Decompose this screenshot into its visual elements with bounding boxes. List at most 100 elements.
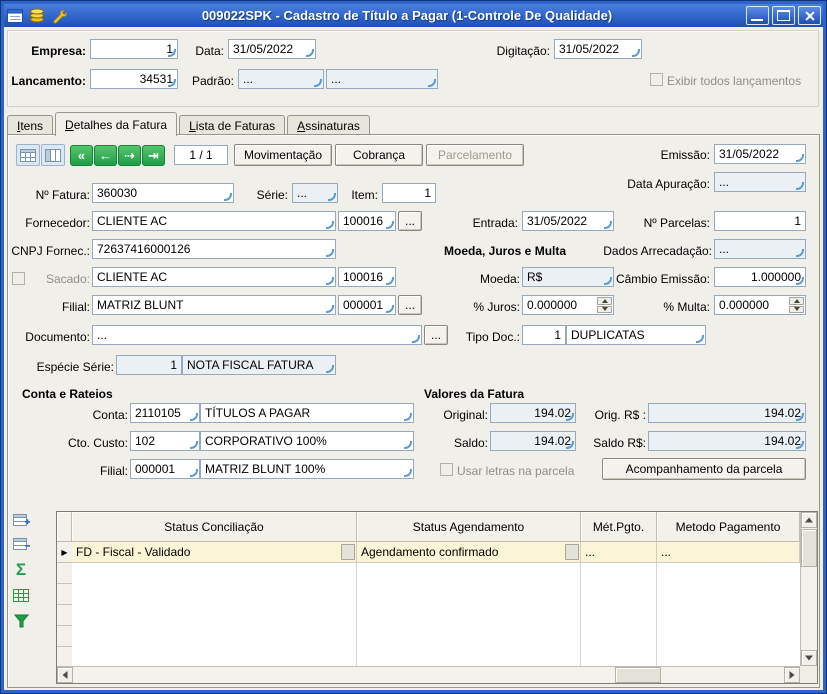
nav-next-button[interactable]: ⇢ (118, 145, 141, 166)
cell-met-pgto[interactable]: ... (581, 542, 657, 563)
padrao-field-2[interactable]: ... (326, 69, 438, 89)
digitacao-field[interactable]: 31/05/2022 (554, 39, 642, 59)
grid-export-button[interactable] (10, 585, 32, 605)
saldo-rs-field[interactable]: 194.02 (648, 431, 806, 451)
form-icon[interactable] (6, 8, 24, 24)
documento-field[interactable]: ... (92, 325, 422, 345)
spin-down-icon[interactable] (597, 306, 612, 314)
nav-last-button[interactable]: ⇥ (142, 145, 165, 166)
scroll-down-button[interactable] (801, 650, 817, 666)
form-view-button[interactable] (41, 144, 65, 166)
cell-status-conciliacao[interactable]: FD - Fiscal - Validado (72, 542, 357, 563)
row-insert-button[interactable] (10, 511, 32, 531)
cnpj-field[interactable]: 72637416000126 (92, 239, 336, 259)
scroll-right-button[interactable] (784, 667, 800, 683)
especie-serie-code-field[interactable]: 1 (116, 355, 182, 375)
parcelas-field[interactable]: 1 (714, 211, 806, 231)
usar-letras-checkbox[interactable] (440, 463, 453, 476)
valores-fatura-title: Valores da Fatura (424, 385, 524, 403)
scroll-up-button[interactable] (801, 512, 817, 528)
column-header-status-agendamento[interactable]: Status Agendamento (357, 512, 581, 542)
cto-custo-code-field[interactable]: 102 (130, 431, 200, 451)
data-field[interactable]: 31/05/2022 (228, 39, 316, 59)
documento-browse-button[interactable]: ... (424, 325, 448, 345)
especie-serie-desc-field[interactable]: NOTA FISCAL FATURA (182, 355, 336, 375)
column-header-status-conciliacao[interactable]: Status Conciliação (72, 512, 357, 542)
fornecedor-browse-button[interactable]: ... (398, 211, 422, 231)
sacado-checkbox[interactable] (12, 272, 25, 285)
grid-header-row: Status Conciliação Status Agendamento Mé… (57, 512, 800, 542)
entrada-field[interactable]: 31/05/2022 (522, 211, 614, 231)
row-delete-button[interactable] (10, 535, 32, 555)
tab-detalhes-da-fatura[interactable]: Detalhes da Fatura (55, 112, 177, 136)
padrao-field-1[interactable]: ... (238, 69, 324, 89)
sum-button[interactable]: Σ (10, 559, 32, 579)
orig-rs-field[interactable]: 194.02 (648, 403, 806, 423)
emissao-field[interactable]: 31/05/2022 (714, 144, 806, 164)
grid-row-selected[interactable]: FD - Fiscal - Validado Agendamento confi… (72, 542, 800, 563)
n-fatura-field[interactable]: 360030 (92, 183, 234, 203)
moeda-field[interactable]: R$ (522, 267, 614, 287)
conta-desc-field[interactable]: TÍTULOS A PAGAR (200, 403, 414, 423)
cell-dropdown-button[interactable] (341, 544, 355, 560)
coins-icon[interactable] (28, 8, 46, 24)
nav-first-button[interactable]: « (70, 145, 93, 166)
fornecedor-code-field[interactable]: 100016 (338, 211, 396, 231)
sacado-code-field[interactable]: 100016 (338, 267, 396, 287)
column-header-metodo-pagamento[interactable]: Metodo Pagamento (657, 512, 800, 542)
juros-field[interactable]: 0.000000 (522, 295, 614, 315)
cambio-emissao-field[interactable]: 1.000000 (714, 267, 806, 287)
multa-field[interactable]: 0.000000 (714, 295, 806, 315)
scroll-left-button[interactable] (57, 667, 73, 683)
dados-arrecadacao-field[interactable]: ... (714, 239, 806, 259)
data-apuracao-field[interactable]: ... (714, 172, 806, 192)
lancamento-field[interactable]: 34531 (90, 69, 178, 89)
cobranca-button[interactable]: Cobrança (335, 144, 423, 166)
item-field[interactable]: 1 (382, 183, 436, 203)
filial-rateio-desc-field[interactable]: MATRIZ BLUNT 100% (200, 459, 414, 479)
minimize-button[interactable] (746, 6, 769, 25)
tipo-doc-desc-field[interactable]: DUPLICATAS (566, 325, 706, 345)
serie-field[interactable]: ... (292, 183, 338, 203)
vertical-scrollbar[interactable] (800, 512, 817, 666)
acompanhamento-button[interactable]: Acompanhamento da parcela (602, 458, 806, 480)
conta-code-field[interactable]: 2110105 (130, 403, 200, 423)
movimentacao-button[interactable]: Movimentação (234, 144, 332, 166)
tab-itens[interactable]: Itens (7, 115, 53, 135)
original-field[interactable]: 194.02 (490, 403, 576, 423)
cto-custo-desc-field[interactable]: CORPORATIVO 100% (200, 431, 414, 451)
horizontal-scroll-thumb[interactable] (615, 667, 661, 683)
parcelamento-button[interactable]: Parcelamento (426, 144, 524, 166)
wrench-icon[interactable] (50, 8, 68, 24)
tab-lista-de-faturas[interactable]: Lista de Faturas (179, 115, 285, 135)
saldo-field[interactable]: 194.02 (490, 431, 576, 451)
grid-view-button[interactable] (16, 144, 40, 166)
horizontal-scrollbar[interactable] (57, 666, 800, 683)
cell-status-agendamento[interactable]: Agendamento confirmado (357, 542, 581, 563)
empresa-field[interactable]: 1 (90, 39, 178, 59)
cell-dropdown-button[interactable] (565, 544, 579, 560)
filial-field[interactable]: MATRIZ BLUNT (92, 295, 336, 315)
sacado-field[interactable]: CLIENTE AC (92, 267, 336, 287)
multa-spinner[interactable] (789, 297, 804, 313)
filial-browse-button[interactable]: ... (398, 295, 422, 315)
exibir-todos-checkbox[interactable] (650, 73, 663, 86)
spin-down-icon[interactable] (789, 306, 804, 314)
juros-spinner[interactable] (597, 297, 612, 313)
fornecedor-field[interactable]: CLIENTE AC (92, 211, 336, 231)
tipo-doc-code-field[interactable]: 1 (522, 325, 566, 345)
row-marker-cell (57, 626, 72, 647)
spin-up-icon[interactable] (789, 297, 804, 305)
filter-button[interactable] (10, 611, 32, 631)
filial-code-field[interactable]: 000001 (338, 295, 396, 315)
spin-up-icon[interactable] (597, 297, 612, 305)
close-button[interactable] (798, 6, 821, 25)
maximize-button[interactable] (772, 6, 795, 25)
multa-value: 0.000000 (719, 298, 769, 312)
tab-assinaturas[interactable]: Assinaturas (287, 115, 370, 135)
nav-prev-button[interactable]: ← (94, 145, 117, 166)
column-header-met-pgto[interactable]: Mét.Pgto. (581, 512, 657, 542)
filial-rateio-code-field[interactable]: 000001 (130, 459, 200, 479)
cell-metodo-pagamento[interactable]: ... (657, 542, 800, 563)
vertical-scroll-thumb[interactable] (801, 529, 817, 567)
